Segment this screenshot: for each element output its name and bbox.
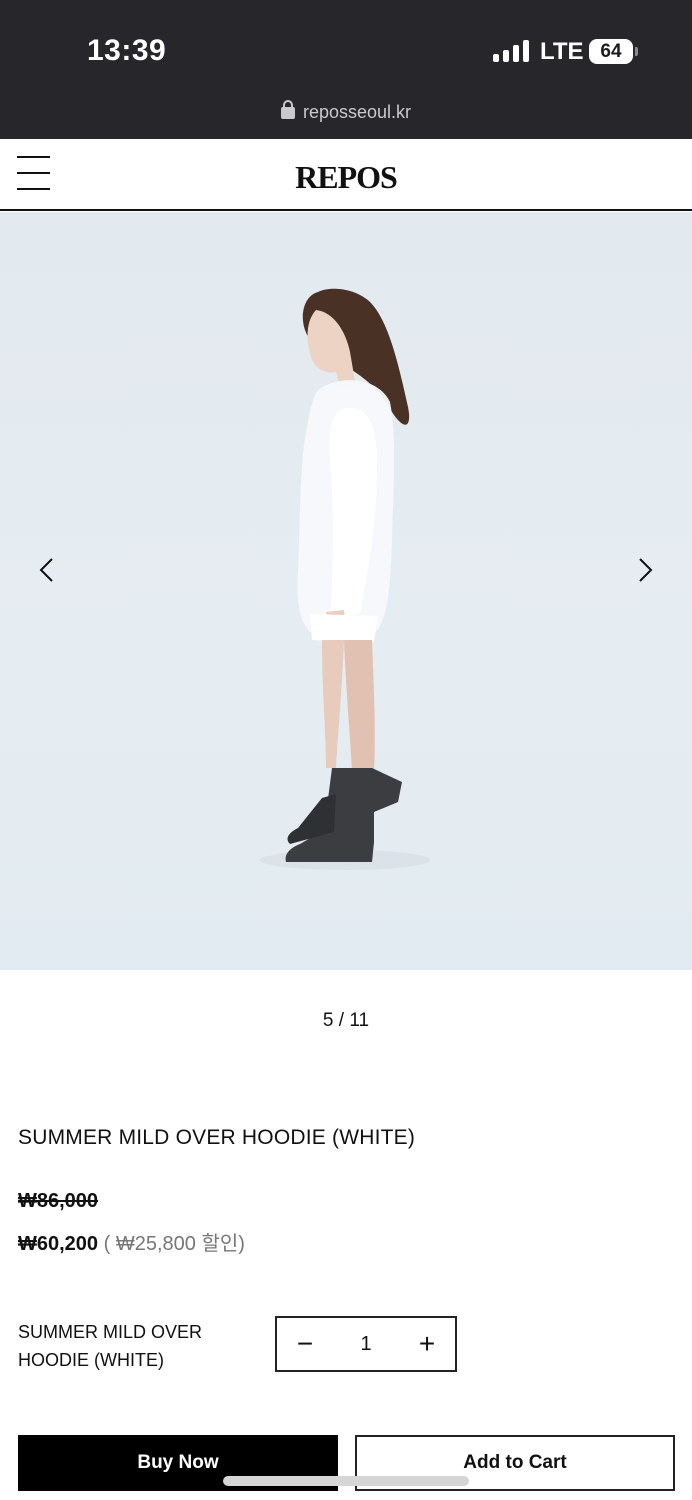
url-text: reposseoul.kr <box>302 102 412 122</box>
status-bar: 13:39 LTE 64 reposseoul.kr <box>0 0 692 139</box>
discount-amount: ( ₩25,800 할인) <box>98 1233 245 1255</box>
original-price: ₩86,000 <box>18 1190 99 1212</box>
status-time: 13:39 <box>87 34 167 67</box>
sale-price-line: ₩60,200 ( ₩25,800 할인) <box>18 1227 245 1256</box>
chevron-right-icon <box>639 558 653 582</box>
product-photo <box>260 288 430 870</box>
site-logo[interactable]: REPOS <box>0 159 692 196</box>
quantity-value[interactable]: 1 <box>333 1318 399 1370</box>
quantity-decrease-button[interactable]: − <box>277 1318 333 1370</box>
home-indicator <box>223 1476 469 1486</box>
site-header: REPOS <box>0 139 692 211</box>
sale-price: ₩60,200 <box>18 1233 99 1255</box>
quantity-increase-button[interactable]: + <box>399 1318 455 1370</box>
battery-icon: 64 <box>589 39 638 64</box>
next-image-button[interactable] <box>631 555 661 585</box>
product-title: SUMMER MILD OVER HOODIE (WHITE) <box>18 1126 416 1149</box>
quantity-stepper: − 1 + <box>275 1316 457 1372</box>
product-image-gallery[interactable] <box>0 212 692 970</box>
chevron-left-icon <box>39 558 53 582</box>
network-type: LTE <box>540 38 584 65</box>
address-bar[interactable]: reposseoul.kr <box>0 100 692 123</box>
cellular-signal-icon <box>493 40 529 62</box>
lock-icon <box>280 100 295 119</box>
previous-image-button[interactable] <box>32 555 62 585</box>
option-name: SUMMER MILD OVER HOODIE (WHITE) <box>18 1322 203 1370</box>
image-counter: 5 / 11 <box>322 1010 370 1031</box>
